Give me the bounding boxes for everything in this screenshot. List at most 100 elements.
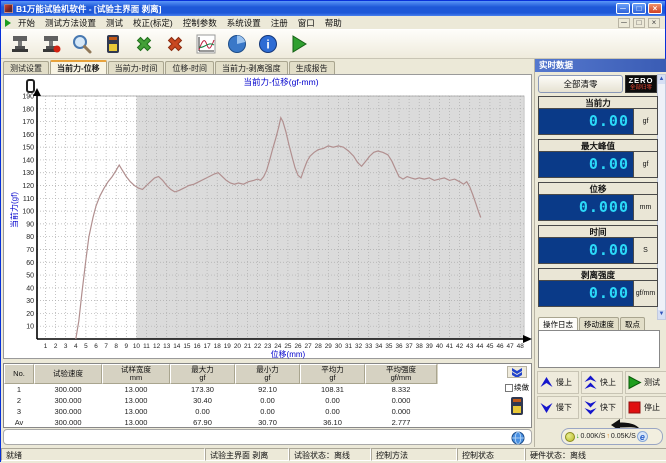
svg-text:38: 38 xyxy=(416,343,424,350)
operation-log-area[interactable] xyxy=(538,330,660,368)
menu-calibration[interactable]: 校正(标定) xyxy=(128,17,178,29)
delete-green-icon[interactable] xyxy=(129,31,158,58)
table-cell: 30.70 xyxy=(235,418,300,427)
table-cell: 0.00 xyxy=(300,396,365,405)
lcd-unit: gf/mm xyxy=(633,281,657,306)
test-machine-icon[interactable] xyxy=(5,31,34,58)
lcd-value: 0.00 xyxy=(539,238,633,263)
svg-text:7: 7 xyxy=(104,343,108,350)
lcd-value: 0.000 xyxy=(539,195,633,220)
stop-button[interactable]: 停止 xyxy=(625,396,666,419)
svg-text:40: 40 xyxy=(436,343,444,350)
table-cell: 1 xyxy=(4,385,34,394)
svg-text:9: 9 xyxy=(125,343,129,350)
tab-report[interactable]: 生成报告 xyxy=(289,61,335,74)
run-icon[interactable] xyxy=(284,31,313,58)
svg-text:39: 39 xyxy=(426,343,434,350)
clear-all-button[interactable]: 全部清零 xyxy=(538,75,623,93)
svg-text:12: 12 xyxy=(153,343,161,350)
table-cell: 2.777 xyxy=(365,418,437,427)
tab-force-peel-strength[interactable]: 当前力-剥离强度 xyxy=(215,61,288,74)
svg-text:3: 3 xyxy=(64,343,68,350)
tab-test-setup[interactable]: 测试设置 xyxy=(3,61,49,74)
save-card-icon[interactable] xyxy=(98,31,127,58)
svg-text:36: 36 xyxy=(395,343,403,350)
slow-up-button[interactable]: 慢上 xyxy=(537,371,579,394)
svg-text:130: 130 xyxy=(22,170,34,177)
stop-icon xyxy=(627,400,642,415)
table-cell: 300.000 xyxy=(34,396,102,405)
tab-displacement-time[interactable]: 位移-时间 xyxy=(165,61,214,74)
table-side-controls: 续做 xyxy=(503,364,531,427)
svg-text:29: 29 xyxy=(325,343,333,350)
menu-window[interactable]: 窗口 xyxy=(293,17,320,29)
realtime-panel-title: 实时数据 xyxy=(535,59,666,72)
menu-test[interactable]: 测试 xyxy=(101,17,128,29)
column-header-0: No. xyxy=(4,364,34,384)
table-cell: 2 xyxy=(4,396,34,405)
table-cell: 13.000 xyxy=(102,396,170,405)
menu-test-method-setup[interactable]: 测试方法设置 xyxy=(40,17,101,29)
table-cell: 173.30 xyxy=(170,385,235,394)
svg-text:41: 41 xyxy=(446,343,454,350)
force-displacement-chart[interactable]: 1234567891011121314151617181920212223242… xyxy=(4,88,533,360)
tab-force-time[interactable]: 当前力-时间 xyxy=(108,61,165,74)
collapse-chevron-icon[interactable] xyxy=(507,366,527,378)
svg-text:2: 2 xyxy=(54,343,58,350)
table-cell: 300.000 xyxy=(34,418,102,427)
panel-scrollbar[interactable]: ▲ ▼ xyxy=(657,74,666,320)
svg-text:44: 44 xyxy=(476,343,484,350)
status-control-method: 控制方法 xyxy=(371,448,457,461)
column-header-1: 试验速度 xyxy=(34,364,102,384)
svg-text:5: 5 xyxy=(84,343,88,350)
svg-text:34: 34 xyxy=(375,343,383,350)
table-row[interactable]: 2300.00013.00030.400.000.000.000 xyxy=(4,395,438,406)
mdi-restore-button[interactable]: □ xyxy=(633,18,645,28)
menu-start[interactable]: 开始 xyxy=(13,17,40,29)
svg-text:20: 20 xyxy=(234,343,242,350)
svg-text:110: 110 xyxy=(23,196,34,203)
menu-register[interactable]: 注册 xyxy=(266,17,293,29)
curve-chart-icon[interactable] xyxy=(191,31,220,58)
column-header-5: 平均力gf xyxy=(300,364,365,384)
table-row[interactable]: 1300.00013.000173.3092.10108.318.332 xyxy=(4,384,438,395)
lcd-value: 0.00 xyxy=(539,109,633,134)
svg-text:28: 28 xyxy=(315,343,323,350)
mdi-minimize-button[interactable]: ─ xyxy=(618,18,630,28)
svg-text:11: 11 xyxy=(143,343,150,350)
minimize-button[interactable]: ─ xyxy=(616,3,630,14)
restore-button[interactable]: □ xyxy=(632,3,646,14)
zero-all-button[interactable]: ZERO 全部归零 xyxy=(625,75,657,93)
continue-checkbox[interactable] xyxy=(505,384,513,392)
tab-force-displacement[interactable]: 当前力-位移 xyxy=(50,60,107,74)
menu-help[interactable]: 帮助 xyxy=(320,17,347,29)
fast-down-button[interactable]: 快下 xyxy=(581,396,623,419)
table-row[interactable]: Av300.00013.00067.9030.7036.102.777 xyxy=(4,417,438,428)
menu-system-settings[interactable]: 系统设置 xyxy=(222,17,266,29)
menu-control-params[interactable]: 控制参数 xyxy=(178,17,222,29)
scroll-down-icon[interactable]: ▼ xyxy=(658,310,665,319)
pie-chart-icon[interactable] xyxy=(222,31,251,58)
delete-red-icon[interactable] xyxy=(160,31,189,58)
menu-bar: 开始 测试方法设置 测试 校正(标定) 控制参数 系统设置 注册 窗口 帮助 ─… xyxy=(1,16,665,29)
info-icon[interactable]: i xyxy=(253,31,282,58)
close-button[interactable]: × xyxy=(648,3,662,14)
table-row[interactable]: 3300.00013.0000.000.000.000.000 xyxy=(4,406,438,417)
table-cell: 108.31 xyxy=(300,385,365,394)
fast-up-button[interactable]: 快上 xyxy=(581,371,623,394)
table-cell: 92.10 xyxy=(235,385,300,394)
zoom-icon[interactable] xyxy=(67,31,96,58)
svg-text:60: 60 xyxy=(26,260,34,267)
svg-text:1: 1 xyxy=(44,343,48,350)
scroll-up-icon[interactable]: ▲ xyxy=(658,75,665,84)
svg-text:150: 150 xyxy=(22,145,34,152)
svg-text:90: 90 xyxy=(26,221,34,228)
mdi-close-button[interactable]: × xyxy=(648,18,660,28)
table-cell: 13.000 xyxy=(102,385,170,394)
save-card-small-icon[interactable] xyxy=(509,397,525,420)
jog-controls: 慢上 快上 测试 慢下 快下 停止 xyxy=(537,371,666,419)
test-button[interactable]: 测试 xyxy=(625,371,666,394)
table-cell: 300.000 xyxy=(34,407,102,416)
test-machine-stop-icon[interactable] xyxy=(36,31,65,58)
slow-down-button[interactable]: 慢下 xyxy=(537,396,579,419)
